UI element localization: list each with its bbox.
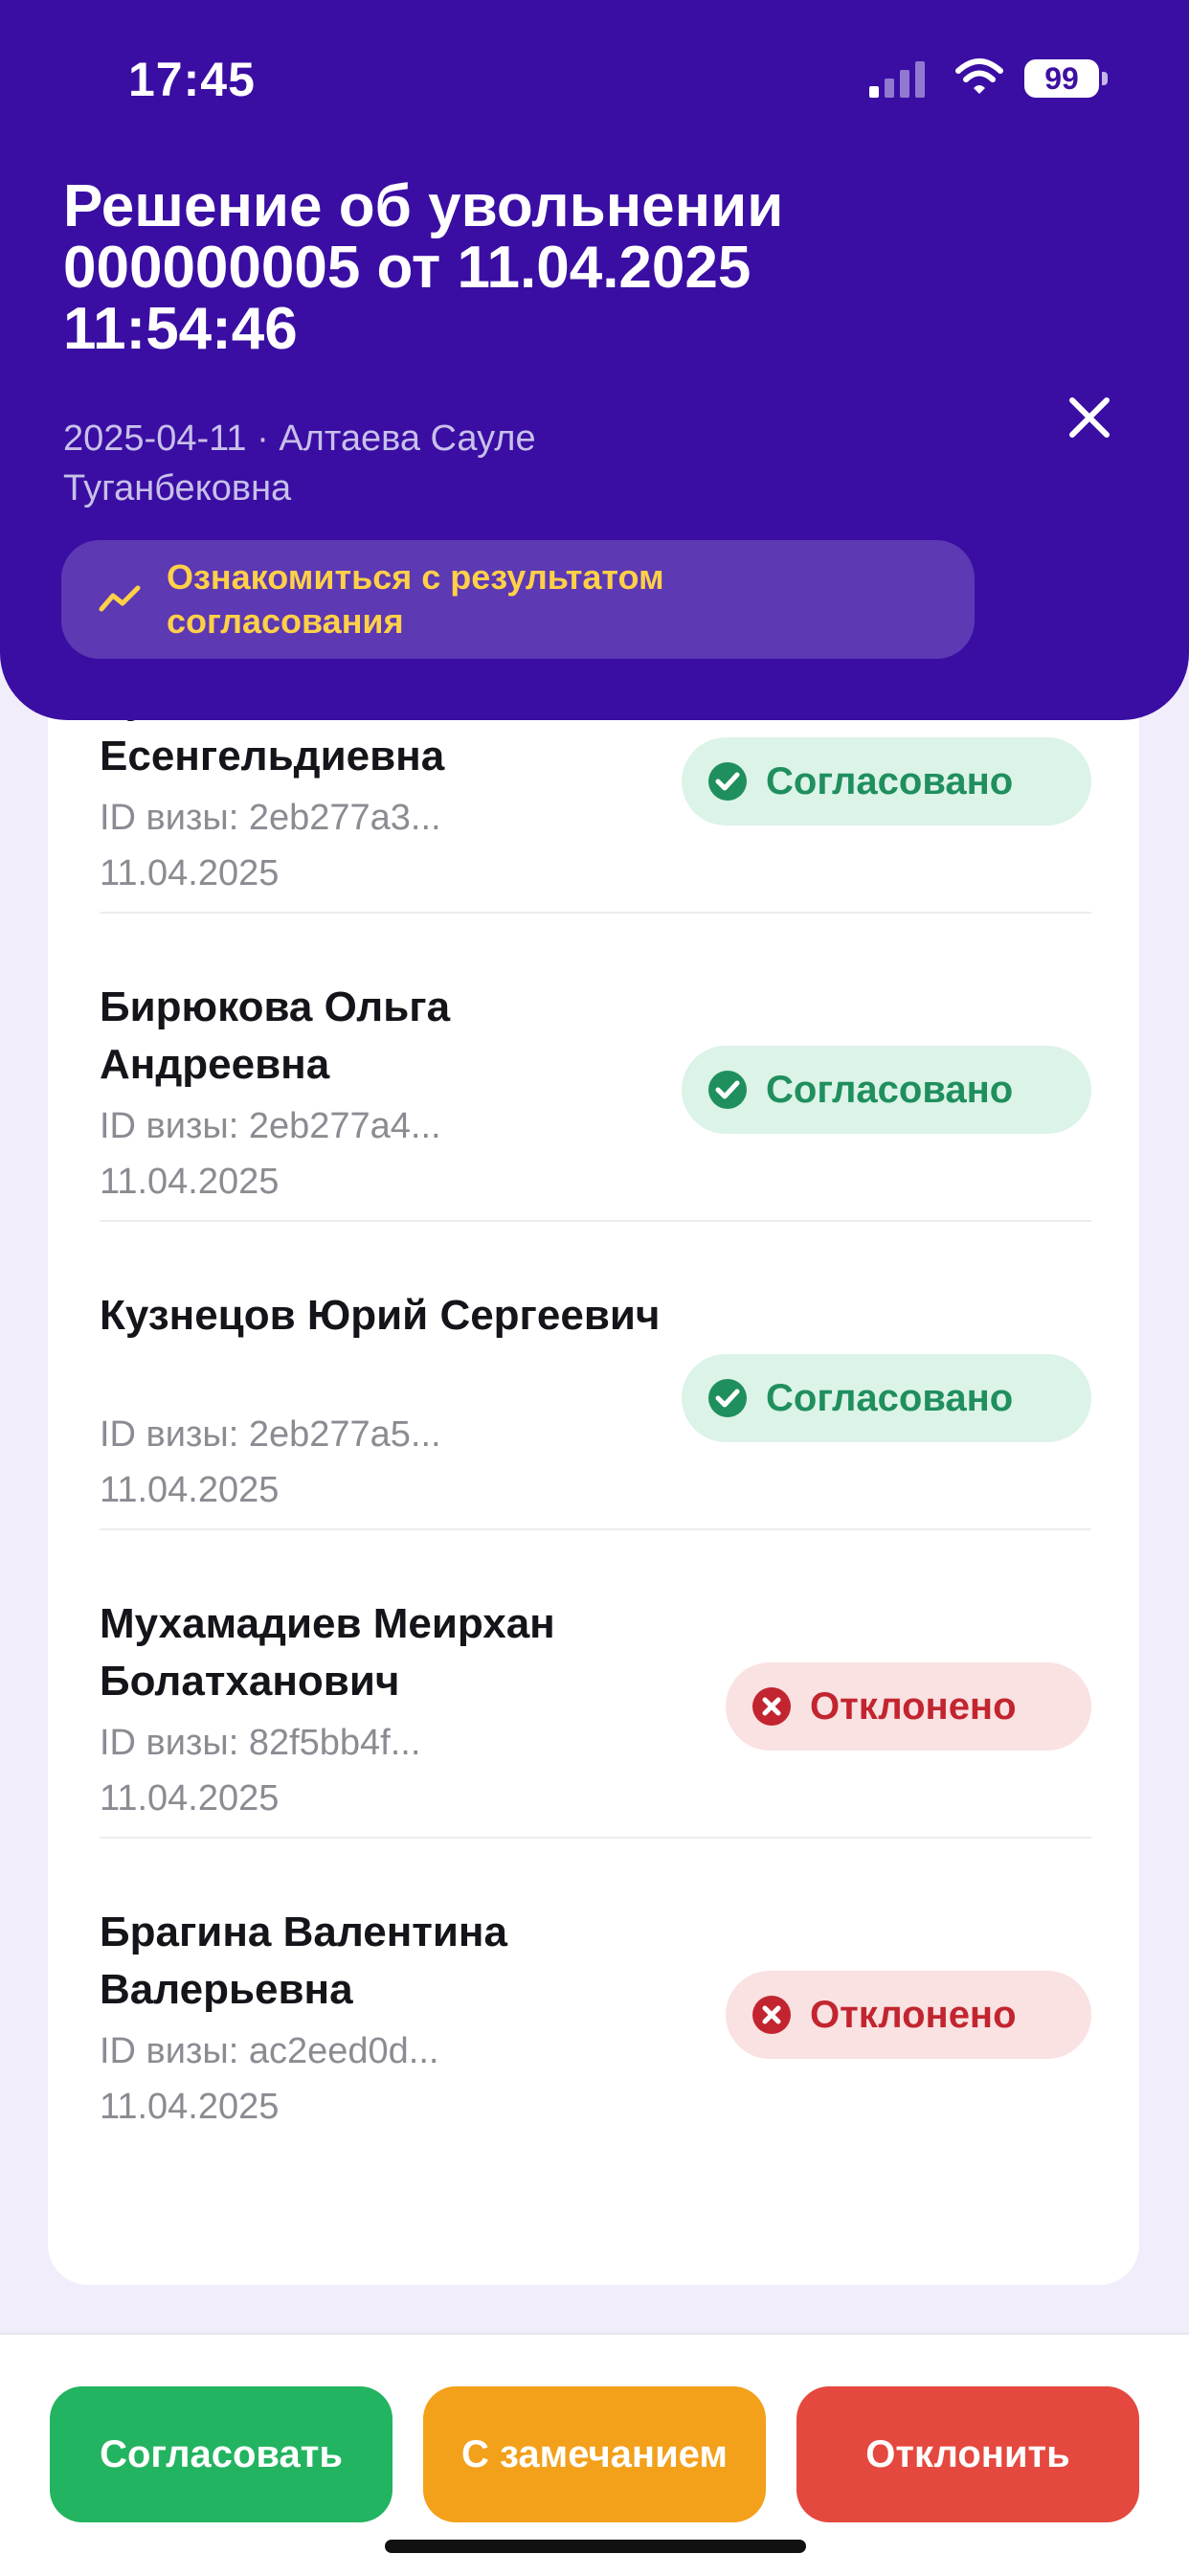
battery-level: 99 — [1024, 59, 1099, 98]
home-indicator — [385, 2540, 806, 2553]
approval-date: 11.04.2025 — [100, 1778, 280, 1819]
visa-id: ID визы: 82f5bb4f... — [100, 1723, 421, 1763]
status-badge: Согласовано — [682, 1354, 1091, 1442]
wifi-icon — [955, 58, 1003, 94]
approval-date: 11.04.2025 — [100, 2087, 280, 2127]
approver-name: Бирюкова Ольга Андреевна — [100, 983, 451, 1088]
check-circle-icon — [708, 1379, 747, 1417]
cellular-signal-icon — [869, 61, 925, 98]
visa-id: ID визы: ac2eed0d... — [100, 2031, 439, 2071]
x-circle-icon — [752, 1687, 791, 1726]
check-circle-icon — [708, 1071, 747, 1109]
approval-date: 11.04.2025 — [100, 853, 280, 893]
status-badge: Согласовано — [682, 1046, 1091, 1134]
close-icon — [1069, 397, 1110, 438]
approver-name: Мухамадиев Меирхан Болатханович — [100, 1600, 555, 1705]
visa-id: ID визы: 2eb277a4... — [100, 1106, 441, 1146]
status-badge: Отклонено — [726, 1971, 1091, 2059]
approval-row: Кузнецов Юрий Сергеевич ID визы: 2eb277a… — [100, 1220, 1091, 1530]
battery-tip — [1102, 72, 1108, 85]
close-button[interactable] — [1053, 381, 1126, 454]
approval-date: 11.04.2025 — [100, 1162, 280, 1202]
view-approval-result-label: Ознакомиться с результатом согласования — [167, 557, 664, 641]
status-badge: Отклонено — [726, 1662, 1091, 1751]
x-circle-icon — [752, 1996, 791, 2034]
approval-row: Бирюкова Ольга Андреевна ID визы: 2eb277… — [100, 912, 1091, 1222]
view-approval-result-button[interactable]: Ознакомиться с результатом согласования — [61, 540, 975, 659]
document-subtitle: 2025-04-11 · Алтаева Сауле Туганбековна — [63, 418, 536, 508]
status-label: Отклонено — [810, 1993, 1017, 2036]
approval-row: Мухамадиев Меирхан Болатханович ID визы:… — [100, 1528, 1091, 1839]
page-title: Решение об увольнении 000000005 от 11.04… — [63, 173, 784, 362]
status-badge: Согласовано — [682, 737, 1091, 825]
visa-id: ID визы: 2eb277a3... — [100, 798, 441, 838]
status-label: Согласовано — [766, 1376, 1014, 1419]
approve-button[interactable]: Согласовать — [50, 2386, 393, 2522]
approver-name: Кузнецов Юрий Сергеевич — [100, 1292, 661, 1339]
battery-indicator: 99 — [1024, 59, 1109, 102]
approver-name: Брагина Валентина Валерьевна — [100, 1909, 507, 2013]
check-circle-icon — [708, 762, 747, 801]
approval-row: Брагина Валентина Валерьевна ID визы: ac… — [100, 1837, 1091, 2145]
trend-line-icon — [99, 585, 141, 612]
reject-button[interactable]: Отклонить — [796, 2386, 1139, 2522]
status-label: Согласовано — [766, 759, 1014, 802]
visa-id: ID визы: 2eb277a5... — [100, 1414, 441, 1455]
status-label: Согласовано — [766, 1068, 1014, 1111]
approval-date: 11.04.2025 — [100, 1470, 280, 1510]
status-bar: 17:45 99 — [0, 0, 1189, 144]
action-bar: Согласовать С замечанием Отклонить — [0, 2333, 1189, 2576]
approvals-list: Кустанова Алия Есенгельдиевна ID визы: 2… — [48, 670, 1139, 2285]
status-time: 17:45 — [128, 53, 256, 106]
status-label: Отклонено — [810, 1684, 1017, 1728]
approve-with-remark-button[interactable]: С замечанием — [423, 2386, 766, 2522]
